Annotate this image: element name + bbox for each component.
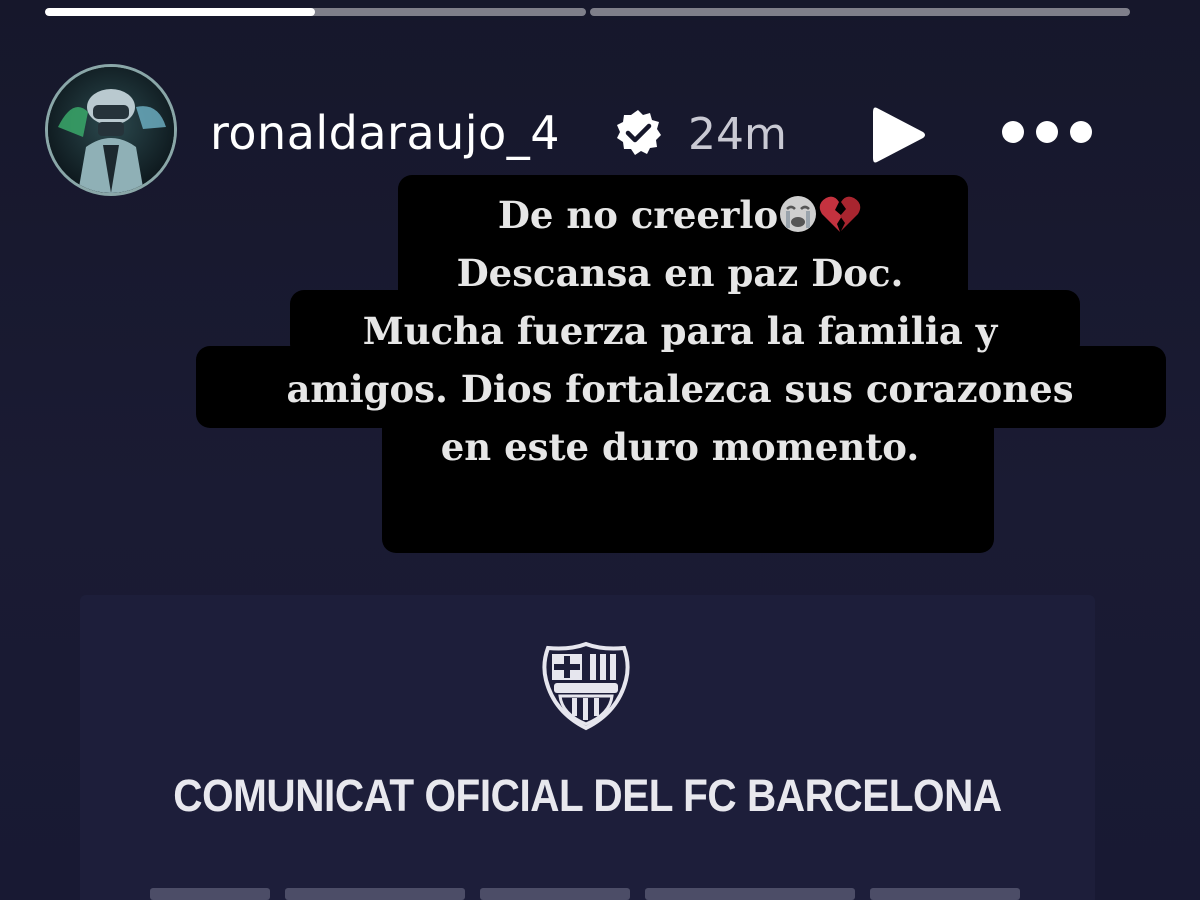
- verified-badge-icon: [617, 110, 661, 155]
- caption-line: Mucha fuerza para la familia y: [362, 309, 998, 353]
- play-icon[interactable]: [865, 100, 929, 170]
- story-caption: De no creerlo Descansa en paz Doc. Mucha…: [180, 186, 1180, 476]
- progress-segment: [589, 8, 1130, 16]
- caption-line: Descansa en paz Doc.: [456, 251, 904, 295]
- broken-heart-icon: [819, 196, 861, 232]
- crying-face-icon: [780, 196, 817, 232]
- caption-line: amigos. Dios fortalezca sus corazones: [286, 367, 1074, 411]
- caption-text: De no creerlo: [497, 193, 779, 237]
- story-viewer[interactable]: ronaldaraujo_4 24m De no creerlo Descans…: [0, 0, 1200, 900]
- progress-fill: [45, 8, 316, 16]
- timestamp: 24m: [688, 109, 787, 160]
- more-options-icon[interactable]: [1000, 114, 1095, 150]
- caption-line: De no creerlo: [180, 186, 1180, 244]
- avatar-image: [48, 67, 174, 193]
- fc-barcelona-crest-icon: [542, 641, 630, 731]
- cropped-text-line: [150, 888, 1020, 900]
- card-title: COMUNICAT OFICIAL DEL FC BARCELONA: [173, 770, 1002, 821]
- caption-line: en este duro momento.: [440, 425, 920, 469]
- username[interactable]: ronaldaraujo_4: [210, 106, 560, 160]
- story-progress: [45, 8, 1130, 16]
- avatar[interactable]: [45, 64, 177, 196]
- progress-segment: [45, 8, 586, 16]
